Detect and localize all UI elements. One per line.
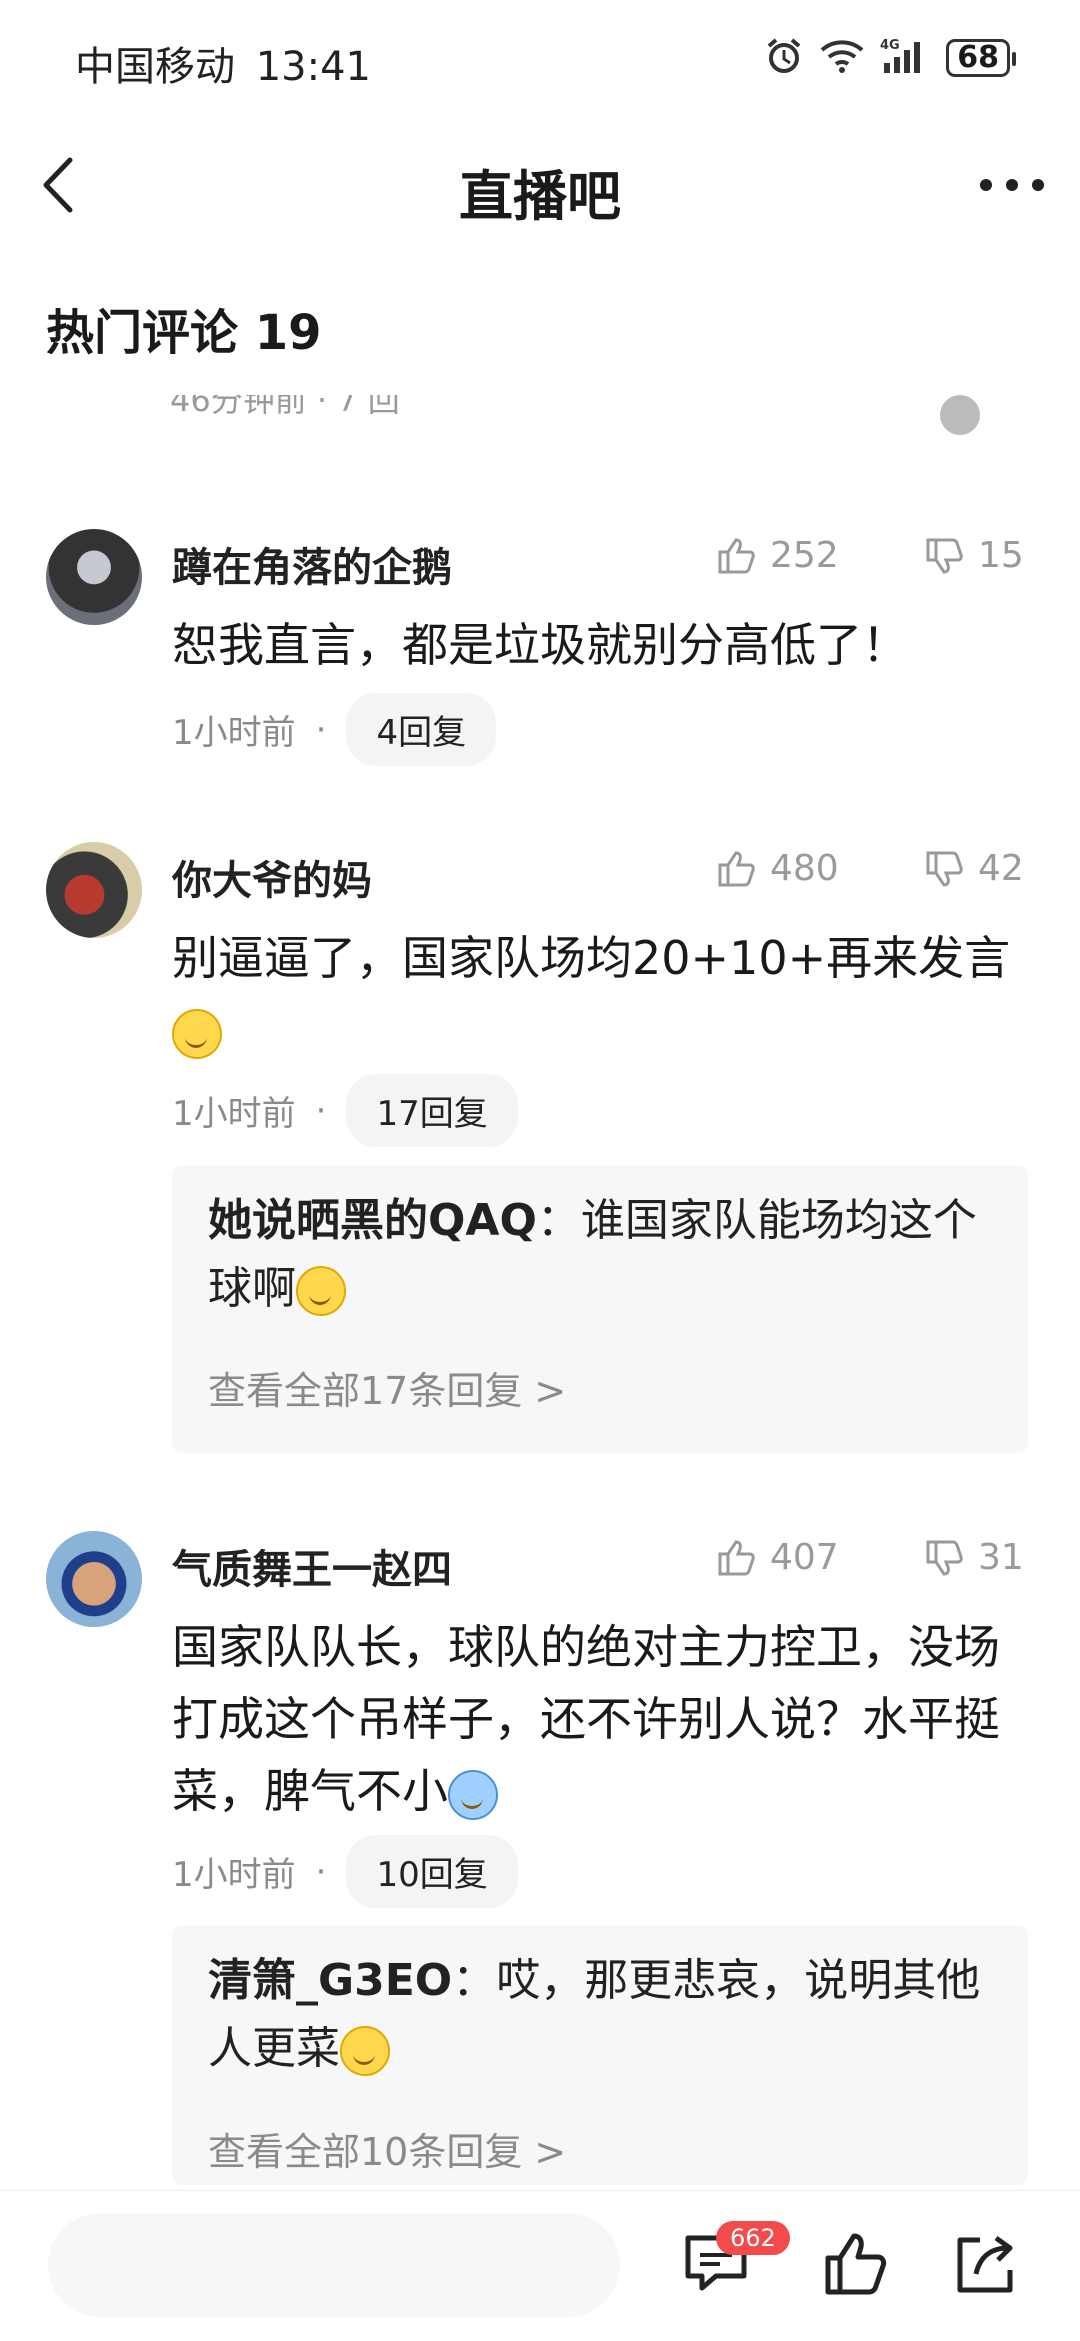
dislike-button[interactable]: 31 [924, 1537, 1024, 1578]
comment-meta: 1小时前 · 17回复 [172, 1074, 518, 1147]
dislike-count: 42 [978, 848, 1024, 889]
comment-text: 别逼逼了，国家队场均20+10+再来发言 [172, 922, 1042, 1066]
thumbs-up-icon [718, 1539, 755, 1575]
thumbs-down-icon [926, 851, 963, 887]
like-button[interactable]: 407 [716, 1537, 839, 1578]
reply-text: 她说晒黑的QAQ：谁国家队能场均这个球啊 [208, 1187, 998, 1323]
reply-preview[interactable]: 清箫_G3EO：哎，那更悲哀，说明其他人更菜 查看全部10条回复 > [172, 1925, 1028, 2185]
dislike-button[interactable]: 42 [924, 848, 1024, 889]
comment-username[interactable]: 气质舞王一赵四 [172, 1537, 452, 1595]
replies-button[interactable]: 4回复 [346, 693, 497, 766]
partial-avatar [940, 395, 980, 435]
share-icon[interactable] [950, 2228, 1022, 2300]
replies-button[interactable]: 10回复 [346, 1835, 518, 1908]
comment-meta: 1小时前 · 10回复 [172, 1835, 518, 1908]
reply-author[interactable]: 她说晒黑的QAQ [208, 1195, 537, 1246]
like-count: 407 [770, 1537, 839, 1578]
reply-preview[interactable]: 她说晒黑的QAQ：谁国家队能场均这个球啊 查看全部17条回复 > [172, 1165, 1028, 1453]
reply-text: 清箫_G3EO：哎，那更悲哀，说明其他人更菜 [208, 1947, 998, 2083]
thumbs-down-icon [926, 1540, 963, 1576]
like-button[interactable]: 480 [716, 848, 839, 889]
status-left: 中国移动 13:41 [75, 34, 371, 92]
thumbs-up-icon [718, 537, 755, 573]
dislike-count: 31 [978, 1537, 1024, 1578]
like-icon[interactable] [820, 2228, 892, 2300]
laugh-emoji-icon [296, 1266, 346, 1316]
comment-username[interactable]: 你大爷的妈 [172, 848, 372, 906]
reply-separator: ： [536, 1195, 581, 1246]
smirk-emoji-icon [172, 1008, 222, 1059]
carrier-label: 中国移动 [75, 44, 235, 90]
wifi-icon [820, 38, 864, 78]
page-title: 直播吧 [459, 165, 621, 228]
more-options-button[interactable] [972, 160, 1052, 210]
crying-emoji-icon [340, 2026, 390, 2076]
status-icons: 4G 68 [764, 36, 1016, 80]
clock: 13:41 [255, 44, 371, 90]
dislike-button[interactable]: 15 [924, 535, 1024, 576]
thumbs-down-icon [926, 538, 963, 574]
comment-time: 1小时前 [172, 1855, 296, 1895]
avatar[interactable] [46, 1531, 142, 1627]
view-all-replies-link[interactable]: 查看全部10条回复 > [208, 2121, 566, 2176]
sweat-emoji-icon [448, 1769, 498, 1820]
meta-separator: · [315, 1090, 327, 1131]
signal-icon: 4G [880, 37, 930, 79]
avatar[interactable] [46, 529, 142, 625]
battery-indicator: 68 [946, 39, 1016, 77]
comment-text-content: 别逼逼了，国家队场均20+10+再来发言 [172, 931, 1011, 985]
comment-text: 国家队队长，球队的绝对主力控卫，没场打成这个吊样子，还不许别人说？水平挺菜，脾气… [172, 1611, 1042, 1827]
thumbs-up-icon [718, 850, 755, 886]
like-count: 252 [770, 535, 839, 576]
svg-text:4G: 4G [880, 38, 900, 53]
alarm-icon [764, 36, 804, 80]
like-count: 480 [770, 848, 839, 889]
partial-comment-meta: 46分钟前 · 7 回 [170, 395, 400, 419]
comment-username[interactable]: 蹲在角落的企鹅 [172, 535, 452, 593]
status-bar: 中国移动 13:41 4G 68 [0, 0, 1080, 120]
meta-separator: · [315, 709, 327, 750]
comment-time: 1小时前 [172, 1094, 296, 1134]
comment-count-badge: 662 [716, 2221, 790, 2255]
comment-text-content: 国家队队长，球队的绝对主力控卫，没场打成这个吊样子，还不许别人说？水平挺菜，脾气… [172, 1620, 1000, 1818]
reply-separator: ： [452, 1955, 497, 2006]
dislike-count: 15 [978, 535, 1024, 576]
view-all-replies-link[interactable]: 查看全部17条回复 > [208, 1360, 566, 1415]
comment-meta: 1小时前 · 4回复 [172, 693, 497, 766]
avatar[interactable] [46, 842, 142, 938]
comment-input[interactable] [48, 2213, 620, 2317]
reply-author[interactable]: 清箫_G3EO [208, 1955, 452, 2006]
like-button[interactable]: 252 [716, 535, 839, 576]
replies-button[interactable]: 17回复 [346, 1074, 518, 1147]
hot-comments-title: 热门评论 19 [46, 305, 322, 361]
comment-text: 恕我直言，都是垃圾就别分高低了！ [172, 618, 908, 672]
comment-time: 1小时前 [172, 713, 296, 753]
meta-separator: · [315, 1851, 327, 1892]
